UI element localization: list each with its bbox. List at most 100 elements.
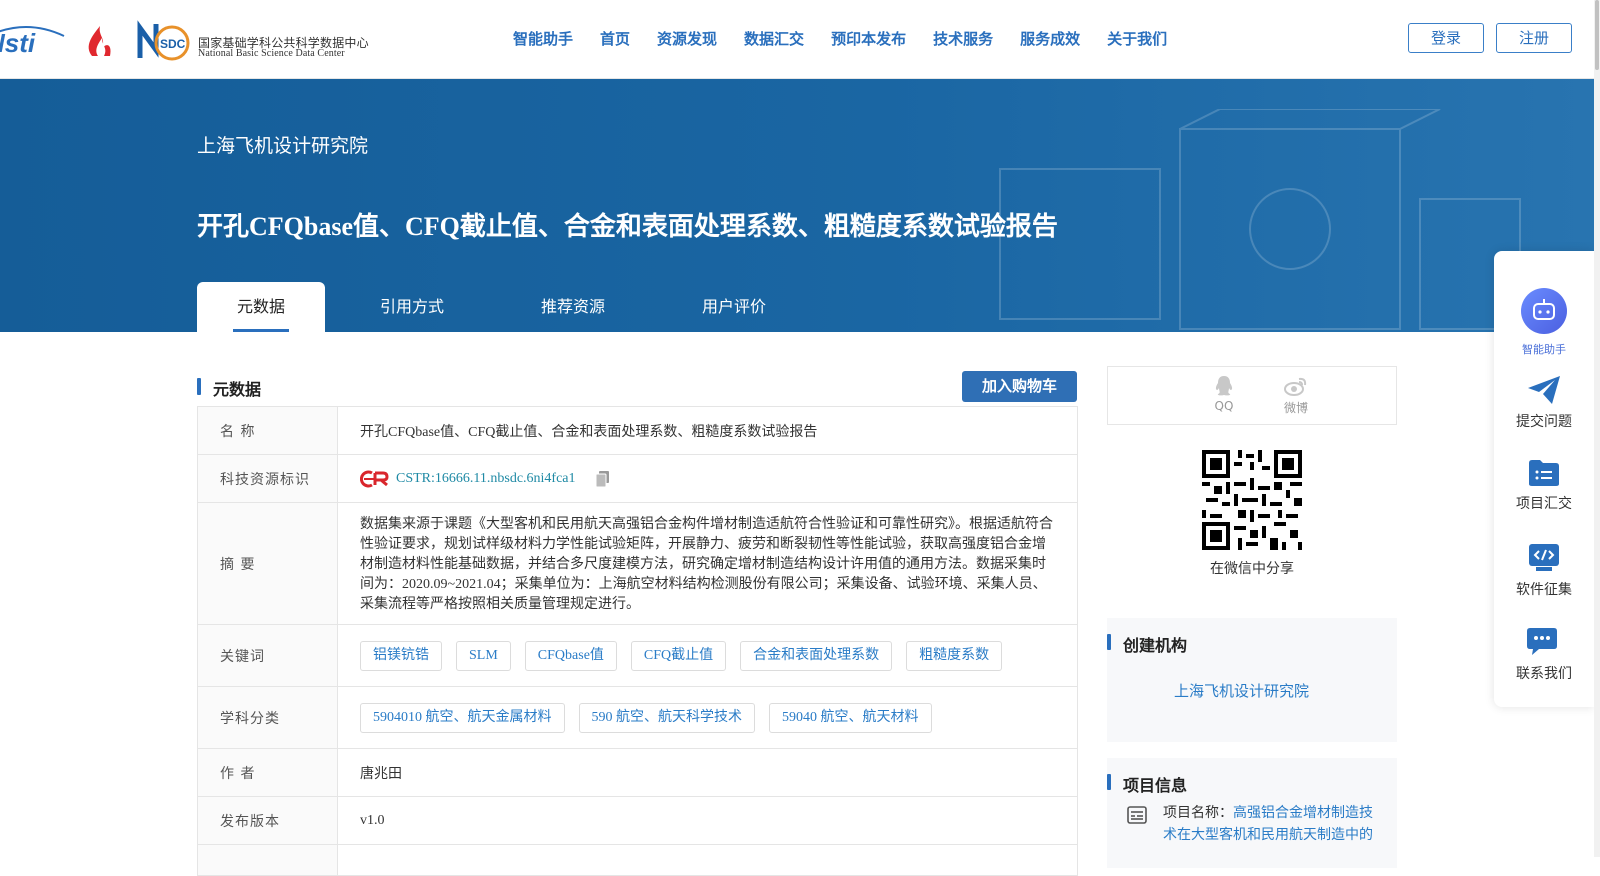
float-contact-us[interactable]: 联系我们 [1494, 627, 1594, 683]
nav-preprint[interactable]: 预印本发布 [831, 28, 906, 49]
label-abstract: 摘 要 [197, 502, 338, 625]
value-author: 唐兆田 [337, 748, 1078, 797]
wechat-qr-code [1202, 450, 1302, 550]
share-qq-label: QQ [1214, 399, 1234, 413]
float-contact-label: 联系我们 [1516, 666, 1572, 682]
tab-recommended[interactable]: 推荐资源 [499, 282, 647, 332]
wechat-share-caption: 在微信中分享 [1210, 561, 1294, 577]
section-accent-bar [197, 378, 201, 395]
subject-chip[interactable]: 590 航空、航天科学技术 [578, 702, 755, 733]
tab-user-reviews[interactable]: 用户评价 [647, 282, 821, 332]
nav-home[interactable]: 首页 [600, 28, 630, 49]
copy-icon[interactable] [595, 470, 610, 487]
page-title: 开孔CFQbase值、CFQ截止值、合金和表面处理系数、粗糙度系数试验报告 [197, 212, 1058, 241]
keyword-chip[interactable]: 铝镁钪锆 [360, 640, 442, 671]
table-row: 名 称 开孔CFQbase值、CFQ截止值、合金和表面处理系数、粗糙度系数试验报… [197, 406, 1078, 455]
robot-icon [1521, 288, 1567, 334]
project-name-line: 项目名称：高强铝合金增材制造技术在大型客机和民用航天制造中的 [1163, 802, 1378, 846]
keyword-chip[interactable]: SLM [456, 640, 511, 671]
detail-tabs: 元数据 引用方式 推荐资源 用户评价 [197, 282, 821, 332]
nav-tech-services[interactable]: 技术服务 [933, 28, 993, 49]
banner-background-illustration [999, 109, 1521, 330]
dataset-banner: 上海飞机设计研究院 开孔CFQbase值、CFQ截止值、合金和表面处理系数、粗糙… [0, 79, 1600, 332]
creator-org-card: 创建机构 上海飞机设计研究院 [1107, 618, 1397, 742]
label-identifier: 科技资源标识 [197, 454, 338, 503]
creator-org-link[interactable]: 上海飞机设计研究院 [1174, 680, 1309, 701]
identifier-cell: CSTR:16666.11.nbsdc.6ni4fca1 [360, 469, 1055, 489]
table-row: 学科分类 5904010 航空、航天金属材料 590 航空、航天科学技术 59040… [197, 686, 1078, 749]
page-scrollbar[interactable] [1594, 0, 1600, 857]
project-info-title: 项目信息 [1123, 776, 1188, 795]
value-abstract: 数据集来源于课题《大型客机和民用航天高强铝合金构件增材制造适航符合性验证和可靠性… [360, 516, 1053, 612]
float-submit-question[interactable]: 提交问题 [1494, 375, 1594, 431]
label-version: 发布版本 [197, 796, 338, 845]
nav-about[interactable]: 关于我们 [1107, 28, 1167, 49]
float-ai-assistant[interactable]: 智能助手 [1494, 287, 1594, 357]
keyword-list: 铝镁钪锆 SLM CFQbase值 CFQ截止值 合金和表面处理系数 粗糙度系数 [337, 624, 1078, 687]
nav-resource-discovery[interactable]: 资源发现 [657, 28, 717, 49]
login-button[interactable]: 登录 [1408, 23, 1484, 53]
share-weibo-label: 微博 [1283, 401, 1308, 415]
nav-service-results[interactable]: 服务成效 [1020, 28, 1080, 49]
section-accent-bar [1107, 774, 1111, 790]
float-project-label: 项目汇交 [1516, 496, 1572, 512]
register-button[interactable]: 注册 [1496, 23, 1572, 53]
tab-citation[interactable]: 引用方式 [325, 282, 499, 332]
metadata-section-header: 元数据 [197, 376, 1077, 406]
banner-organization: 上海飞机设计研究院 [197, 135, 369, 157]
label-subjects: 学科分类 [197, 686, 338, 749]
folder-list-icon [1529, 460, 1559, 486]
svg-text:Nsti: Nsti [0, 28, 36, 58]
main-nav: 智能助手 首页 资源发现 数据汇交 预印本发布 技术服务 服务成效 关于我们 [513, 28, 1194, 49]
share-qq-button[interactable]: QQ [1204, 375, 1244, 413]
table-row [197, 844, 1078, 876]
share-box: QQ 微博 [1107, 366, 1397, 425]
label-cutoff [197, 844, 338, 876]
scrollbar-thumb[interactable] [1595, 0, 1599, 70]
float-software-label: 软件征集 [1516, 582, 1572, 598]
keyword-chip[interactable]: 合金和表面处理系数 [740, 640, 893, 671]
label-author: 作 者 [197, 748, 338, 797]
keyword-chip[interactable]: 粗糙度系数 [906, 640, 1003, 671]
label-name: 名 称 [197, 406, 338, 455]
table-row: 发布版本 v1.0 [197, 796, 1078, 845]
code-icon [1529, 544, 1559, 571]
top-header: Nsti SDC 国家基础学科公共科学数据中心 National Basic S… [0, 0, 1600, 79]
identifier-link[interactable]: CSTR:16666.11.nbsdc.6ni4fca1 [396, 471, 576, 487]
project-card-icon [1127, 806, 1147, 824]
table-row: 科技资源标识 CSTR:16666.11.nbsdc.6ni4fca1 [197, 454, 1078, 503]
label-keywords: 关键词 [197, 624, 338, 687]
subject-list: 5904010 航空、航天金属材料 590 航空、航天科学技术 59040 航空、航… [337, 686, 1078, 749]
svg-text:SDC: SDC [160, 37, 186, 51]
keyword-chip[interactable]: CFQ截止值 [630, 640, 727, 671]
subject-chip[interactable]: 59040 航空、航天材料 [769, 702, 932, 733]
table-row: 关键词 铝镁钪锆 SLM CFQbase值 CFQ截止值 合金和表面处理系数 粗糙度系数 [197, 624, 1078, 687]
table-row: 摘 要 数据集来源于课题《大型客机和民用航天高强铝合金构件增材制造适航符合性验证… [197, 502, 1078, 625]
float-project-submission[interactable]: 项目汇交 [1494, 459, 1594, 513]
paper-plane-icon [1528, 376, 1560, 404]
nav-data-submission[interactable]: 数据汇交 [744, 28, 804, 49]
section-accent-bar [1107, 634, 1111, 650]
cas-flame-logo[interactable] [82, 22, 120, 58]
logo-text-en: National Basic Science Data Center [198, 48, 345, 59]
add-to-cart-button[interactable]: 加入购物车 [962, 371, 1077, 402]
project-name-label: 项目名称： [1163, 805, 1233, 821]
keyword-chip[interactable]: CFQbase值 [524, 640, 617, 671]
creator-org-title: 创建机构 [1123, 636, 1188, 655]
float-software-collection[interactable]: 软件征集 [1494, 543, 1594, 599]
value-cutoff [337, 844, 1078, 876]
qq-icon [1215, 376, 1233, 396]
nsdc-logo[interactable]: SDC [134, 20, 194, 62]
cstnet-logo[interactable]: Nsti [0, 22, 66, 62]
share-weibo-button[interactable]: 微博 [1276, 375, 1316, 416]
tab-metadata[interactable]: 元数据 [197, 282, 325, 332]
nav-ai-assistant[interactable]: 智能助手 [513, 28, 573, 49]
float-ai-label: 智能助手 [1522, 343, 1566, 356]
cstr-logo-icon [360, 470, 389, 487]
metadata-table: 名 称 开孔CFQbase值、CFQ截止值、合金和表面处理系数、粗糙度系数试验报… [197, 406, 1078, 876]
metadata-section-title: 元数据 [213, 380, 262, 399]
value-name: 开孔CFQbase值、CFQ截止值、合金和表面处理系数、粗糙度系数试验报告 [337, 406, 1078, 455]
chat-bubble-icon [1527, 628, 1557, 655]
subject-chip[interactable]: 5904010 航空、航天金属材料 [360, 702, 565, 733]
weibo-icon [1284, 377, 1307, 396]
